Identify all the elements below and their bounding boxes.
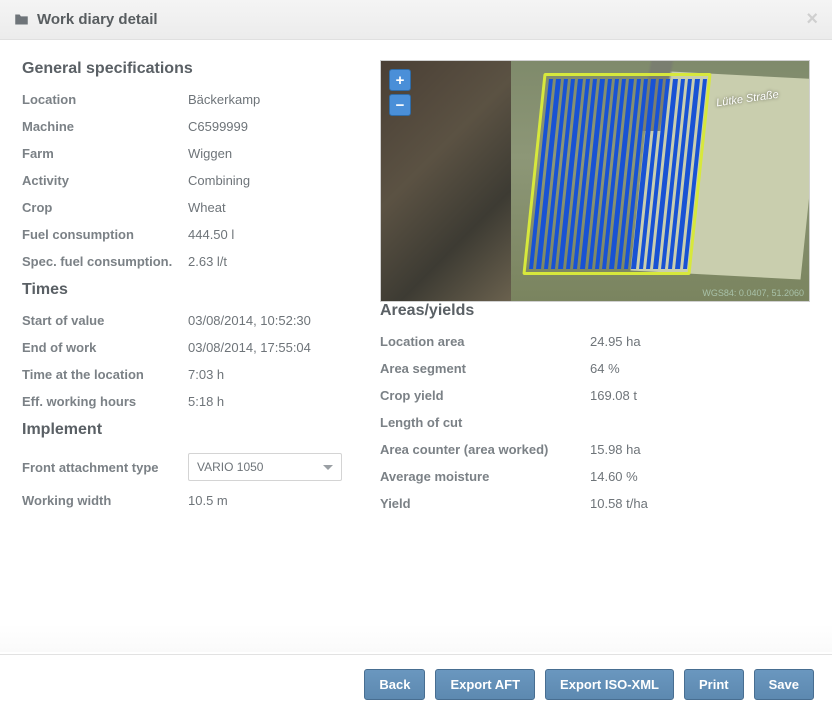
row-cropyield: Crop yield 169.08 t	[380, 388, 810, 403]
value-working-width: 10.5 m	[188, 493, 344, 508]
row-cut: Length of cut	[380, 415, 810, 430]
section-areas-title: Areas/yields	[380, 302, 810, 320]
front-attachment-select[interactable]: VARIO 1050	[188, 453, 342, 481]
row-activity: Activity Combining	[22, 173, 344, 188]
value-activity: Combining	[188, 173, 344, 188]
footer-gradient	[0, 624, 832, 652]
label-seg: Area segment	[380, 361, 590, 376]
label-timeat: Time at the location	[22, 367, 188, 382]
row-counter: Area counter (area worked) 15.98 ha	[380, 442, 810, 457]
row-start: Start of value 03/08/2014, 10:52:30	[22, 313, 344, 328]
section-implement-title: Implement	[22, 421, 344, 439]
label-start: Start of value	[22, 313, 188, 328]
label-cropyield: Crop yield	[380, 388, 590, 403]
value-end: 03/08/2014, 17:55:04	[188, 340, 344, 355]
value-locarea: 24.95 ha	[590, 334, 810, 349]
label-locarea: Location area	[380, 334, 590, 349]
row-timeat: Time at the location 7:03 h	[22, 367, 344, 382]
footer: Back Export AFT Export ISO-XML Print Sav…	[0, 654, 832, 714]
row-seg: Area segment 64 %	[380, 361, 810, 376]
left-column: General specifications Location Bäckerka…	[22, 60, 344, 523]
label-fuel: Fuel consumption	[22, 227, 188, 242]
export-aft-button[interactable]: Export AFT	[435, 669, 535, 700]
row-front-attachment: Front attachment type VARIO 1050	[22, 453, 344, 481]
chevron-down-icon	[323, 465, 333, 470]
section-times-title: Times	[22, 281, 344, 299]
label-moisture: Average moisture	[380, 469, 590, 484]
row-machine: Machine C6599999	[22, 119, 344, 134]
label-working-width: Working width	[22, 493, 188, 508]
row-specfuel: Spec. fuel consumption. 2.63 l/t	[22, 254, 344, 269]
label-cut: Length of cut	[380, 415, 590, 430]
folder-icon	[14, 13, 29, 26]
value-moisture: 14.60 %	[590, 469, 810, 484]
value-location: Bäckerkamp	[188, 92, 344, 107]
export-iso-xml-button[interactable]: Export ISO-XML	[545, 669, 674, 700]
label-effhours: Eff. working hours	[22, 394, 188, 409]
close-icon[interactable]: ×	[806, 8, 818, 31]
page-title: Work diary detail	[37, 11, 158, 28]
row-moisture: Average moisture 14.60 %	[380, 469, 810, 484]
row-effhours: Eff. working hours 5:18 h	[22, 394, 344, 409]
zoom-out-button[interactable]: −	[389, 94, 411, 116]
row-yield: Yield 10.58 t/ha	[380, 496, 810, 511]
value-start: 03/08/2014, 10:52:30	[188, 313, 344, 328]
label-machine: Machine	[22, 119, 188, 134]
zoom-in-button[interactable]: +	[389, 69, 411, 91]
value-yield: 10.58 t/ha	[590, 496, 810, 511]
label-crop: Crop	[22, 200, 188, 215]
label-front-attachment: Front attachment type	[22, 460, 188, 475]
row-locarea: Location area 24.95 ha	[380, 334, 810, 349]
label-farm: Farm	[22, 146, 188, 161]
value-specfuel: 2.63 l/t	[188, 254, 344, 269]
value-seg: 64 %	[590, 361, 810, 376]
value-effhours: 5:18 h	[188, 394, 344, 409]
label-location: Location	[22, 92, 188, 107]
right-column: + − Lütke Straße WGS84: 0.0407, 51.2060 …	[380, 60, 810, 523]
print-button[interactable]: Print	[684, 669, 744, 700]
modal-header: Work diary detail ×	[0, 0, 832, 40]
value-fuel: 444.50 l	[188, 227, 344, 242]
front-attachment-selected: VARIO 1050	[197, 460, 263, 474]
label-specfuel: Spec. fuel consumption.	[22, 254, 188, 269]
save-button[interactable]: Save	[754, 669, 814, 700]
value-cropyield: 169.08 t	[590, 388, 810, 403]
back-button[interactable]: Back	[364, 669, 425, 700]
value-timeat: 7:03 h	[188, 367, 344, 382]
label-end: End of work	[22, 340, 188, 355]
label-activity: Activity	[22, 173, 188, 188]
section-general-title: General specifications	[22, 60, 344, 78]
label-counter: Area counter (area worked)	[380, 442, 590, 457]
field-map[interactable]: + − Lütke Straße WGS84: 0.0407, 51.2060	[380, 60, 810, 302]
row-end: End of work 03/08/2014, 17:55:04	[22, 340, 344, 355]
content: General specifications Location Bäckerka…	[0, 40, 832, 543]
map-zoom-controls: + −	[389, 69, 411, 116]
value-counter: 15.98 ha	[590, 442, 810, 457]
map-coord-label: WGS84: 0.0407, 51.2060	[702, 288, 804, 298]
label-yield: Yield	[380, 496, 590, 511]
row-farm: Farm Wiggen	[22, 146, 344, 161]
row-working-width: Working width 10.5 m	[22, 493, 344, 508]
value-machine: C6599999	[188, 119, 344, 134]
row-fuel: Fuel consumption 444.50 l	[22, 227, 344, 242]
row-crop: Crop Wheat	[22, 200, 344, 215]
value-farm: Wiggen	[188, 146, 344, 161]
value-cut	[590, 415, 810, 430]
map-tracks	[529, 79, 707, 269]
row-location: Location Bäckerkamp	[22, 92, 344, 107]
value-crop: Wheat	[188, 200, 344, 215]
modal-title: Work diary detail	[14, 11, 158, 28]
